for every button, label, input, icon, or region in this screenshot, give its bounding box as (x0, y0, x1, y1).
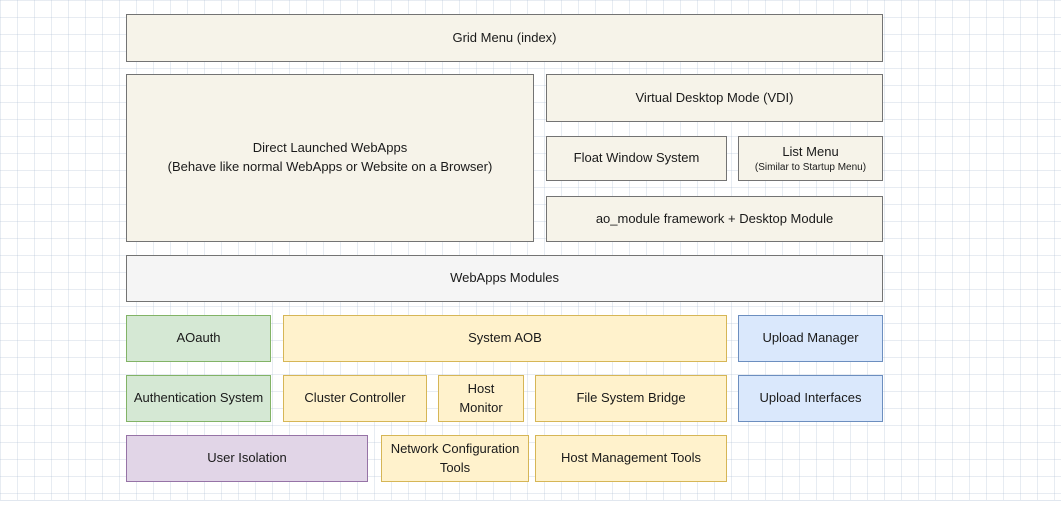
node-direct-launched-webapps[interactable]: Direct Launched WebApps (Behave like nor… (126, 74, 534, 242)
node-authentication-system[interactable]: Authentication System (126, 375, 271, 422)
node-aoauth[interactable]: AOauth (126, 315, 271, 362)
node-grid-menu[interactable]: Grid Menu (index) (126, 14, 883, 62)
node-label: Cluster Controller (304, 389, 405, 408)
node-host-monitor[interactable]: Host Monitor (438, 375, 524, 422)
node-label: Network Configuration Tools (388, 440, 522, 478)
node-label: Float Window System (574, 149, 700, 168)
node-label: Virtual Desktop Mode (VDI) (636, 89, 794, 108)
node-label: User Isolation (207, 449, 286, 468)
node-cluster-controller[interactable]: Cluster Controller (283, 375, 427, 422)
node-label: Upload Interfaces (760, 389, 862, 408)
node-label: List Menu (782, 143, 838, 162)
node-list-menu[interactable]: List Menu (Similar to Startup Menu) (738, 136, 883, 181)
node-upload-manager[interactable]: Upload Manager (738, 315, 883, 362)
node-webapps-modules[interactable]: WebApps Modules (126, 255, 883, 302)
node-system-aob[interactable]: System AOB (283, 315, 727, 362)
node-label: File System Bridge (576, 389, 685, 408)
node-sublabel: (Similar to Startup Menu) (755, 161, 866, 174)
node-upload-interfaces[interactable]: Upload Interfaces (738, 375, 883, 422)
node-host-management-tools[interactable]: Host Management Tools (535, 435, 727, 482)
node-file-system-bridge[interactable]: File System Bridge (535, 375, 727, 422)
node-label: AOauth (176, 329, 220, 348)
node-label: ao_module framework + Desktop Module (596, 210, 833, 229)
node-ao-module-framework[interactable]: ao_module framework + Desktop Module (546, 196, 883, 242)
node-virtual-desktop-mode[interactable]: Virtual Desktop Mode (VDI) (546, 74, 883, 122)
node-label: System AOB (468, 329, 542, 348)
node-label: Upload Manager (762, 329, 858, 348)
node-network-configuration-tools[interactable]: Network Configuration Tools (381, 435, 529, 482)
node-user-isolation[interactable]: User Isolation (126, 435, 368, 482)
diagram-canvas: Grid Menu (index) Direct Launched WebApp… (0, 0, 1061, 525)
node-label: Host Monitor (445, 380, 517, 418)
node-label: Grid Menu (index) (452, 29, 556, 48)
node-label: Host Management Tools (561, 449, 701, 468)
node-sublabel: (Behave like normal WebApps or Website o… (168, 158, 493, 177)
canvas-bottom-margin (0, 500, 1061, 525)
node-label: WebApps Modules (450, 269, 559, 288)
node-label: Direct Launched WebApps (253, 139, 407, 158)
node-label: Authentication System (134, 389, 263, 408)
node-float-window-system[interactable]: Float Window System (546, 136, 727, 181)
